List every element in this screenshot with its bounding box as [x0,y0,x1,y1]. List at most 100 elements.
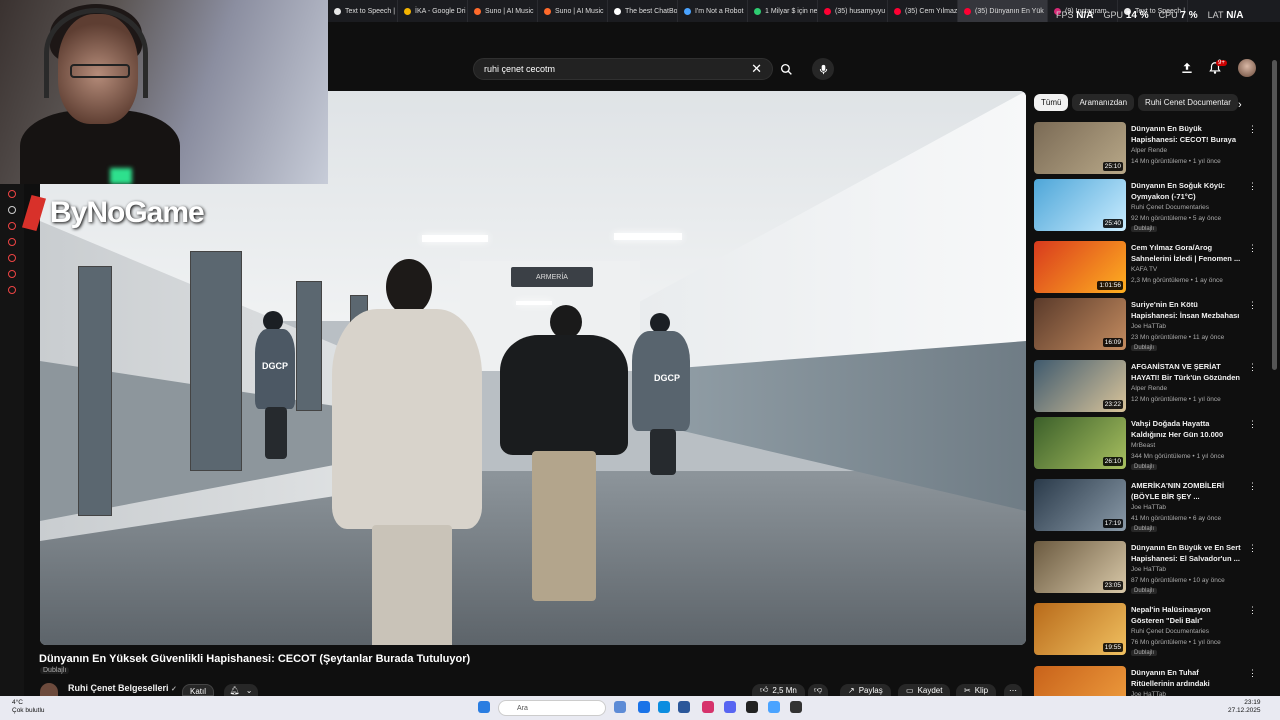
weather-widget[interactable]: 4°C Çok bulutlu [12,699,45,715]
chip-from-search[interactable]: Aramanızdan [1072,94,1135,111]
windows-start-icon[interactable] [478,701,490,713]
related-title[interactable]: Dünyanın En Soğuk Köyü: Oymyakon (-71°C) [1131,181,1243,202]
save-button[interactable]: ▭ Kaydet [898,684,951,696]
join-button[interactable]: Katıl [182,684,214,696]
extension-icon[interactable] [8,238,16,246]
related-title[interactable]: AMERİKA'NIN ZOMBİLERİ (BÖYLE BİR ŞEY ... [1131,481,1243,502]
app-icon[interactable] [768,701,780,713]
dislike-button[interactable]: 👎︎ [808,684,829,696]
related-title[interactable]: Suriye'nin En Kötü Hapishanesi: İnsan Me… [1131,300,1243,321]
search-input[interactable]: ruhi çenet cecotm ✕ [473,58,773,80]
extension-icon[interactable] [8,270,16,278]
more-options-icon[interactable]: ⋮ [1248,362,1257,373]
more-actions-button[interactable]: ⋯ [1004,684,1022,696]
video-thumbnail[interactable]: 1:01:56 [1034,241,1126,293]
browser-tab[interactable]: I'm Not a Robot [678,0,748,22]
app-icon[interactable] [746,701,758,713]
video-thumbnail[interactable]: 17:19 [1034,479,1126,531]
task-view-icon[interactable] [614,701,626,713]
chrome-icon[interactable] [638,701,650,713]
extension-icon[interactable] [8,254,16,262]
browser-tab[interactable]: Suno | AI Music [468,0,538,22]
chevron-right-icon[interactable]: › [1238,99,1242,111]
opera-icon[interactable] [702,701,714,713]
related-video-item[interactable]: 23:05 Dünyanın En Büyük ve En Sert Hapish… [1034,541,1260,597]
taskbar-search[interactable]: Ara [498,700,606,716]
related-channel[interactable]: MrBeast [1131,442,1155,449]
search-button[interactable] [774,58,798,80]
related-title[interactable]: Dünyanın En Büyük Hapishanesi: CECOT! Bu… [1131,124,1243,145]
discord-icon[interactable] [8,206,16,214]
video-thumbnail[interactable]: 26:10 [1034,417,1126,469]
create-button[interactable] [1180,61,1194,80]
clip-button[interactable]: ✂ Klip [956,684,997,696]
edge-icon[interactable] [658,701,670,713]
browser-tab[interactable]: Suno | AI Music [538,0,608,22]
chip-channel[interactable]: Ruhi Cenet Documentar [1138,94,1238,111]
channel-name[interactable]: Ruhi Çenet Belgeselleri ✓ [68,683,177,693]
more-options-icon[interactable]: ⋮ [1248,543,1257,554]
related-title[interactable]: Vahşi Doğada Hayatta Kaldığınız Her Gün … [1131,419,1243,440]
browser-tab[interactable]: 1 Milyar $ için ne [748,0,818,22]
browser-tab[interactable]: İKA - Google Dri [398,0,468,22]
video-thumbnail[interactable]: 16:09 [1034,298,1126,350]
discord-icon[interactable] [724,701,736,713]
related-video-item[interactable]: 17:19 AMERİKA'NIN ZOMBİLERİ (BÖYLE BİR ŞE… [1034,479,1260,535]
related-title[interactable]: Dünyanın En Tuhaf Ritüellerinin ardındak… [1131,668,1243,689]
more-options-icon[interactable]: ⋮ [1248,419,1257,430]
more-options-icon[interactable]: ⋮ [1248,124,1257,135]
youtube-header [328,52,1280,88]
share-button[interactable]: ↗ Paylaş [840,684,891,696]
like-button[interactable]: 👍︎ 2,5 Mn [752,684,805,696]
more-options-icon[interactable]: ⋮ [1248,481,1257,492]
more-options-icon[interactable]: ⋮ [1248,300,1257,311]
related-title[interactable]: AFGANİSTAN VE ŞERİAT HAYATI! Bir Türk'ün… [1131,362,1243,383]
extension-icon[interactable] [8,190,16,198]
related-channel[interactable]: Joe HaTTab [1131,504,1166,511]
related-channel[interactable]: Alper Rende [1131,147,1167,154]
related-video-item[interactable]: 1:01:56 Cem Yılmaz Gora/Arog Sahnelerini … [1034,241,1260,297]
video-thumbnail[interactable]: 25:40 [1034,179,1126,231]
scrollbar[interactable] [1272,60,1277,370]
browser-tab[interactable]: (35) Cem Yılmaz [888,0,958,22]
more-options-icon[interactable]: ⋮ [1248,668,1257,679]
related-video-item[interactable]: 23:22 AFGANİSTAN VE ŞERİAT HAYATI! Bir Tü… [1034,360,1260,416]
video-thumbnail[interactable]: 23:05 [1034,541,1126,593]
browser-tab[interactable]: Text to Speech | [328,0,398,22]
more-options-icon[interactable]: ⋮ [1248,605,1257,616]
subscribe-bell-button[interactable]: 🔔︎ ⌄ [224,684,258,696]
related-title[interactable]: Nepal'in Halüsinasyon Gösteren "Deli Bal… [1131,605,1243,626]
browser-tab[interactable]: The best ChatBo [608,0,678,22]
related-title[interactable]: Cem Yılmaz Gora/Arog Sahnelerini İzledi … [1131,243,1243,264]
related-video-item[interactable]: 26:10 Vahşi Doğada Hayatta Kaldığınız Her… [1034,417,1260,473]
clear-search-icon[interactable]: ✕ [751,61,762,77]
chip-all[interactable]: Tümü [1034,94,1069,111]
related-channel[interactable]: Joe HaTTab [1131,323,1166,330]
browser-tab[interactable]: (35) Dünyanın En Yük [958,0,1048,22]
account-avatar[interactable] [1238,59,1256,77]
related-video-item[interactable]: 25:10 Dünyanın En Büyük Hapishanesi: CECO… [1034,122,1260,178]
related-channel[interactable]: KAFA TV [1131,266,1157,273]
related-video-item[interactable]: 25:40 Dünyanın En Soğuk Köyü: Oymyakon (-… [1034,179,1260,235]
app-icon[interactable] [790,701,802,713]
related-channel[interactable]: Alper Rende [1131,385,1167,392]
voice-search-button[interactable] [812,58,834,80]
duration-badge: 16:09 [1102,338,1123,347]
more-options-icon[interactable]: ⋮ [1248,243,1257,254]
related-channel[interactable]: Joe HaTTab [1131,566,1166,573]
video-thumbnail[interactable]: 25:10 [1034,122,1126,174]
video-thumbnail[interactable]: 19:55 [1034,603,1126,655]
extension-icon[interactable] [8,222,16,230]
related-channel[interactable]: Ruhi Çenet Documentaries [1131,204,1209,211]
store-icon[interactable] [678,701,690,713]
related-channel[interactable]: Ruhi Çenet Documentaries [1131,628,1209,635]
related-video-item[interactable]: 19:55 Nepal'in Halüsinasyon Gösteren "Del… [1034,603,1260,659]
browser-tab[interactable]: (35) husamyuyu [818,0,888,22]
video-thumbnail[interactable]: 23:22 [1034,360,1126,412]
related-title[interactable]: Dünyanın En Büyük ve En Sert Hapishanesi… [1131,543,1243,564]
more-options-icon[interactable]: ⋮ [1248,181,1257,192]
settings-icon[interactable] [8,286,16,294]
system-clock[interactable]: 23:19 27.12.2025 [1228,699,1261,715]
related-video-item[interactable]: 16:09 Suriye'nin En Kötü Hapishanesi: İns… [1034,298,1260,354]
channel-avatar[interactable] [40,683,58,697]
